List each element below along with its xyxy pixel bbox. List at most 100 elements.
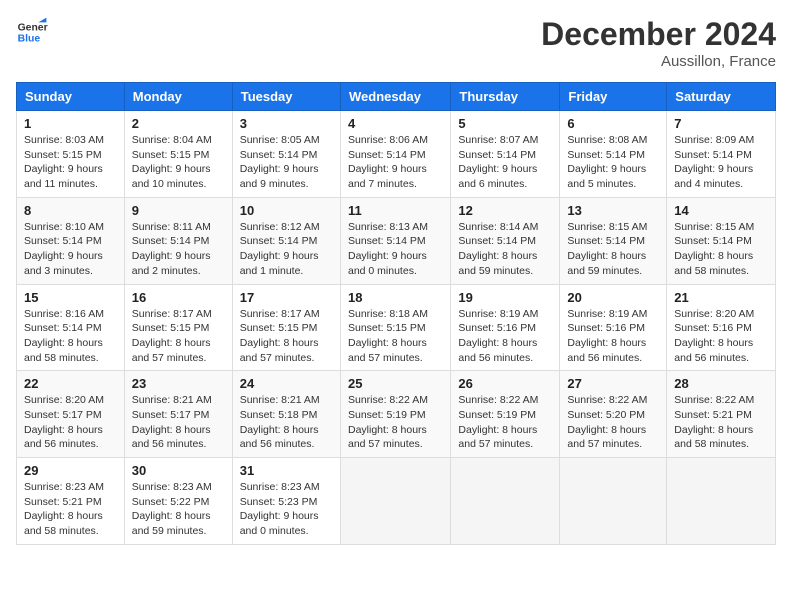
calendar-header-row: Sunday Monday Tuesday Wednesday Thursday… [17,83,776,111]
svg-text:General: General [18,22,48,33]
calendar-week-row: 15 Sunrise: 8:16 AM Sunset: 5:14 PM Dayli… [17,284,776,371]
day-info: Sunrise: 8:11 AM Sunset: 5:14 PM Dayligh… [132,220,225,279]
table-row: 12 Sunrise: 8:14 AM Sunset: 5:14 PM Dayli… [451,197,560,284]
day-number: 23 [132,376,225,391]
day-info: Sunrise: 8:03 AM Sunset: 5:15 PM Dayligh… [24,133,117,192]
day-info: Sunrise: 8:10 AM Sunset: 5:14 PM Dayligh… [24,220,117,279]
day-info: Sunrise: 8:23 AM Sunset: 5:21 PM Dayligh… [24,480,117,539]
table-row: 4 Sunrise: 8:06 AM Sunset: 5:14 PM Daylig… [340,111,450,198]
table-row [560,458,667,545]
day-info: Sunrise: 8:22 AM Sunset: 5:19 PM Dayligh… [348,393,443,452]
table-row: 26 Sunrise: 8:22 AM Sunset: 5:19 PM Dayli… [451,371,560,458]
header-monday: Monday [124,83,232,111]
table-row: 30 Sunrise: 8:23 AM Sunset: 5:22 PM Dayli… [124,458,232,545]
table-row: 7 Sunrise: 8:09 AM Sunset: 5:14 PM Daylig… [667,111,776,198]
day-number: 26 [458,376,552,391]
calendar-week-row: 1 Sunrise: 8:03 AM Sunset: 5:15 PM Daylig… [17,111,776,198]
day-number: 12 [458,203,552,218]
table-row: 25 Sunrise: 8:22 AM Sunset: 5:19 PM Dayli… [340,371,450,458]
day-info: Sunrise: 8:05 AM Sunset: 5:14 PM Dayligh… [240,133,333,192]
table-row: 23 Sunrise: 8:21 AM Sunset: 5:17 PM Dayli… [124,371,232,458]
table-row [451,458,560,545]
day-number: 3 [240,116,333,131]
day-info: Sunrise: 8:15 AM Sunset: 5:14 PM Dayligh… [567,220,659,279]
table-row: 2Sunrise: 8:04 AM Sunset: 5:15 PM Daylig… [124,111,232,198]
month-title: December 2024 [541,16,776,53]
day-number: 27 [567,376,659,391]
table-row [340,458,450,545]
calendar-week-row: 29 Sunrise: 8:23 AM Sunset: 5:21 PM Dayli… [17,458,776,545]
day-number: 5 [458,116,552,131]
day-number: 21 [674,290,768,305]
day-number: 7 [674,116,768,131]
svg-text:Blue: Blue [18,34,41,45]
table-row: 21 Sunrise: 8:20 AM Sunset: 5:16 PM Dayli… [667,284,776,371]
page-header: General Blue December 2024 Aussillon, Fr… [16,16,776,70]
table-row: 27Sunrise: 8:22 AM Sunset: 5:20 PM Dayli… [560,371,667,458]
day-number: 14 [674,203,768,218]
day-number: 24 [240,376,333,391]
table-row: 22Sunrise: 8:20 AM Sunset: 5:17 PM Dayli… [17,371,125,458]
calendar-week-row: 8 Sunrise: 8:10 AM Sunset: 5:14 PM Daylig… [17,197,776,284]
day-number: 30 [132,463,225,478]
day-number: 10 [240,203,333,218]
calendar-week-row: 22Sunrise: 8:20 AM Sunset: 5:17 PM Dayli… [17,371,776,458]
day-info: Sunrise: 8:12 AM Sunset: 5:14 PM Dayligh… [240,220,333,279]
day-info: Sunrise: 8:21 AM Sunset: 5:18 PM Dayligh… [240,393,333,452]
table-row: 29 Sunrise: 8:23 AM Sunset: 5:21 PM Dayli… [17,458,125,545]
table-row: 14 Sunrise: 8:15 AM Sunset: 5:14 PM Dayli… [667,197,776,284]
table-row: 20 Sunrise: 8:19 AM Sunset: 5:16 PM Dayli… [560,284,667,371]
day-info: Sunrise: 8:15 AM Sunset: 5:14 PM Dayligh… [674,220,768,279]
day-number: 6 [567,116,659,131]
day-number: 28 [674,376,768,391]
day-number: 1 [24,116,117,131]
table-row [667,458,776,545]
day-info: Sunrise: 8:09 AM Sunset: 5:14 PM Dayligh… [674,133,768,192]
table-row: 28Sunrise: 8:22 AM Sunset: 5:21 PM Dayli… [667,371,776,458]
day-number: 29 [24,463,117,478]
day-number: 2 [132,116,225,131]
table-row: 16Sunrise: 8:17 AM Sunset: 5:15 PM Dayli… [124,284,232,371]
table-row: 19 Sunrise: 8:19 AM Sunset: 5:16 PM Dayli… [451,284,560,371]
day-info: Sunrise: 8:23 AM Sunset: 5:22 PM Dayligh… [132,480,225,539]
day-number: 18 [348,290,443,305]
header-wednesday: Wednesday [340,83,450,111]
day-info: Sunrise: 8:06 AM Sunset: 5:14 PM Dayligh… [348,133,443,192]
table-row: 10 Sunrise: 8:12 AM Sunset: 5:14 PM Dayli… [232,197,340,284]
day-number: 8 [24,203,117,218]
table-row: 15 Sunrise: 8:16 AM Sunset: 5:14 PM Dayli… [17,284,125,371]
day-info: Sunrise: 8:07 AM Sunset: 5:14 PM Dayligh… [458,133,552,192]
day-number: 20 [567,290,659,305]
day-info: Sunrise: 8:19 AM Sunset: 5:16 PM Dayligh… [567,307,659,366]
day-info: Sunrise: 8:20 AM Sunset: 5:16 PM Dayligh… [674,307,768,366]
day-info: Sunrise: 8:14 AM Sunset: 5:14 PM Dayligh… [458,220,552,279]
day-number: 19 [458,290,552,305]
day-info: Sunrise: 8:17 AM Sunset: 5:15 PM Dayligh… [132,307,225,366]
day-info: Sunrise: 8:21 AM Sunset: 5:17 PM Dayligh… [132,393,225,452]
header-tuesday: Tuesday [232,83,340,111]
day-number: 17 [240,290,333,305]
table-row: 9 Sunrise: 8:11 AM Sunset: 5:14 PM Daylig… [124,197,232,284]
day-info: Sunrise: 8:23 AM Sunset: 5:23 PM Dayligh… [240,480,333,539]
day-number: 22 [24,376,117,391]
table-row: 11Sunrise: 8:13 AM Sunset: 5:14 PM Dayli… [340,197,450,284]
logo-icon: General Blue [16,16,48,48]
table-row: 3 Sunrise: 8:05 AM Sunset: 5:14 PM Daylig… [232,111,340,198]
day-number: 25 [348,376,443,391]
location: Aussillon, France [541,53,776,70]
day-number: 11 [348,203,443,218]
logo: General Blue [16,16,48,48]
table-row: 18 Sunrise: 8:18 AM Sunset: 5:15 PM Dayli… [340,284,450,371]
table-row: 1 Sunrise: 8:03 AM Sunset: 5:15 PM Daylig… [17,111,125,198]
header-sunday: Sunday [17,83,125,111]
day-number: 4 [348,116,443,131]
day-info: Sunrise: 8:08 AM Sunset: 5:14 PM Dayligh… [567,133,659,192]
day-number: 9 [132,203,225,218]
day-info: Sunrise: 8:18 AM Sunset: 5:15 PM Dayligh… [348,307,443,366]
day-info: Sunrise: 8:22 AM Sunset: 5:19 PM Dayligh… [458,393,552,452]
table-row: 13Sunrise: 8:15 AM Sunset: 5:14 PM Dayli… [560,197,667,284]
day-info: Sunrise: 8:19 AM Sunset: 5:16 PM Dayligh… [458,307,552,366]
day-info: Sunrise: 8:16 AM Sunset: 5:14 PM Dayligh… [24,307,117,366]
table-row: 8 Sunrise: 8:10 AM Sunset: 5:14 PM Daylig… [17,197,125,284]
day-number: 15 [24,290,117,305]
